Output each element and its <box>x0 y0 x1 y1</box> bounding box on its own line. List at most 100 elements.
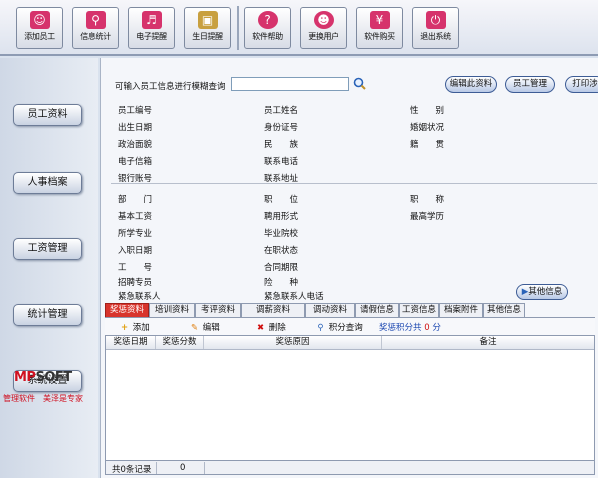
edit-record-toolbar-button[interactable]: ✎ 编辑 <box>189 321 220 333</box>
tab-training[interactable]: 培训资料 <box>149 303 195 317</box>
pencil-icon: ✎ <box>190 323 199 333</box>
add-employee-button[interactable]: ☺ 添加员工 <box>16 7 63 49</box>
help-icon: ? <box>257 11 278 29</box>
tab-salary-info[interactable]: 工资信息 <box>399 303 439 317</box>
info-stats-label: 信息统计 <box>80 32 111 41</box>
e-reminder-button[interactable]: ♬ 电子提醒 <box>128 7 175 49</box>
points-total: 奖惩积分共 0 分 <box>379 321 441 333</box>
field-label-staff-number: 工 号 <box>118 263 153 273</box>
employee-management-button[interactable]: 员工管理 <box>505 76 555 93</box>
points-total-value: 0 <box>424 323 430 333</box>
field-label-gender: 性 别 <box>410 106 445 116</box>
grid-footer: 共0条记录 0 <box>105 461 595 475</box>
software-help-button[interactable]: ? 软件帮助 <box>244 7 291 49</box>
record-count: 共0条记录 <box>112 465 152 475</box>
rewards-grid[interactable]: 奖惩日期 奖惩分数 奖惩原因 备注 <box>105 335 595 461</box>
field-label-email: 电子信箱 <box>118 157 153 167</box>
footer-divider <box>204 462 205 474</box>
grid-header: 奖惩日期 奖惩分数 奖惩原因 备注 <box>106 336 594 350</box>
birthday-calendar-icon: ▣ <box>197 11 218 29</box>
tab-salary-adjustment[interactable]: 调薪资料 <box>241 303 305 317</box>
toolbar-separator <box>237 6 239 50</box>
sidebar-item-statistics-management[interactable]: 统计管理 <box>13 304 82 326</box>
field-label-education: 最高学历 <box>410 212 445 222</box>
speaker-icon: ♬ <box>141 11 162 29</box>
sidebar-item-salary-management[interactable]: 工资管理 <box>13 238 82 260</box>
other-info-label: 其他信息 <box>528 287 563 297</box>
field-label-employee-id: 员工编号 <box>118 106 153 116</box>
plus-icon: + <box>120 323 129 333</box>
points-total-label: 奖惩积分共 <box>379 323 422 333</box>
exit-system-label: 退出系统 <box>420 32 451 41</box>
column-header-date[interactable]: 奖惩日期 <box>106 336 156 349</box>
column-header-reason[interactable]: 奖惩原因 <box>204 336 382 349</box>
magnifier-stats-icon: ⚲ <box>85 11 106 29</box>
add-record-button[interactable]: + 添加 <box>119 321 150 333</box>
tab-attachments[interactable]: 档案附件 <box>439 303 483 317</box>
e-reminder-label: 电子提醒 <box>136 32 167 41</box>
main-panel: 可输入员工信息进行模糊查询 编辑此资料 员工管理 打印涉 员工编号 出生日期 政… <box>100 58 598 478</box>
logo-part2: SOFT <box>35 370 72 385</box>
edit-record-button[interactable]: 编辑此资料 <box>445 76 497 93</box>
buy-software-button[interactable]: ¥ 软件购买 <box>356 7 403 49</box>
add-employee-label: 添加员工 <box>24 32 55 41</box>
field-label-political-status: 政治面貌 <box>118 140 153 150</box>
field-label-title: 职 称 <box>410 195 445 205</box>
sidebar-item-hr-archive[interactable]: 人事档案 <box>13 172 82 194</box>
query-magnifier-icon: ⚲ <box>317 323 324 333</box>
column-header-remarks[interactable]: 备注 <box>382 336 594 349</box>
points-total-unit: 分 <box>432 323 441 333</box>
field-label-base-salary: 基本工资 <box>118 212 153 222</box>
search-input[interactable] <box>231 77 349 91</box>
field-label-emergency-phone: 紧急联系人电话 <box>264 292 324 302</box>
exit-system-button[interactable]: ⏻ 退出系统 <box>412 7 459 49</box>
field-label-graduated-school: 毕业院校 <box>264 229 299 239</box>
birthday-reminder-label: 生日提醒 <box>192 32 223 41</box>
logo-part1: MP <box>14 370 36 385</box>
tab-evaluation[interactable]: 考评资料 <box>195 303 241 317</box>
tab-rewards[interactable]: 奖惩资料 <box>105 303 149 317</box>
field-label-id-number: 身份证号 <box>264 123 299 133</box>
power-icon: ⏻ <box>425 11 446 29</box>
points-query-button[interactable]: ⚲ 积分查询 <box>315 321 363 333</box>
software-help-label: 软件帮助 <box>252 32 283 41</box>
search-label: 可输入员工信息进行模糊查询 <box>115 82 226 92</box>
print-button[interactable]: 打印涉 <box>565 76 598 93</box>
tab-transfer[interactable]: 调动资料 <box>305 303 355 317</box>
field-label-hire-date: 入职日期 <box>118 246 153 256</box>
section-divider <box>111 183 597 184</box>
delete-record-label: 删除 <box>268 323 286 333</box>
birthday-reminder-button[interactable]: ▣ 生日提醒 <box>184 7 231 49</box>
field-label-native-place: 籍 贯 <box>410 140 445 150</box>
column-header-points[interactable]: 奖惩分数 <box>156 336 204 349</box>
switch-user-label: 更换用户 <box>308 32 339 41</box>
field-label-marital-status: 婚姻状况 <box>410 123 445 133</box>
field-label-major: 所学专业 <box>118 229 153 239</box>
switch-user-button[interactable]: ☻ 更换用户 <box>300 7 347 49</box>
footer-value: 0 <box>180 463 186 473</box>
field-label-employment-type: 聘用形式 <box>264 212 299 222</box>
field-label-emergency-contact: 紧急联系人 <box>118 292 161 302</box>
delete-record-button[interactable]: ✖ 删除 <box>255 321 286 333</box>
footer-divider <box>156 462 157 474</box>
field-label-recruiter: 招聘专员 <box>118 278 153 288</box>
buy-software-label: 软件购买 <box>364 32 395 41</box>
sidebar-item-employee-data[interactable]: 员工资料 <box>13 104 82 126</box>
add-record-label: 添加 <box>132 323 150 333</box>
yen-purchase-icon: ¥ <box>369 11 390 29</box>
app-window: ☺ 添加员工 ⚲ 信息统计 ♬ 电子提醒 ▣ 生日提醒 ? 软件帮助 ☻ 更换用… <box>0 0 598 478</box>
field-label-department: 部 门 <box>118 195 153 205</box>
record-toolbar: + 添加 ✎ 编辑 ✖ 删除 ⚲ 积分查询 奖惩积分共 0 分 <box>105 317 595 335</box>
search-icon[interactable] <box>353 77 366 90</box>
tab-leave[interactable]: 请假信息 <box>355 303 399 317</box>
points-query-label: 积分查询 <box>328 323 363 333</box>
info-stats-button[interactable]: ⚲ 信息统计 <box>72 7 119 49</box>
field-label-phone: 联系电话 <box>264 157 299 167</box>
slogan: 管理软件 美泽是专家 <box>3 394 83 403</box>
field-label-employee-name: 员工姓名 <box>264 106 299 116</box>
delete-x-icon: ✖ <box>256 323 265 333</box>
other-info-button[interactable]: ▶其他信息 <box>516 284 568 300</box>
tab-other-info[interactable]: 其他信息 <box>483 303 525 317</box>
main-toolbar: ☺ 添加员工 ⚲ 信息统计 ♬ 电子提醒 ▣ 生日提醒 ? 软件帮助 ☻ 更换用… <box>0 0 598 56</box>
field-label-employment-status: 在职状态 <box>264 246 299 256</box>
